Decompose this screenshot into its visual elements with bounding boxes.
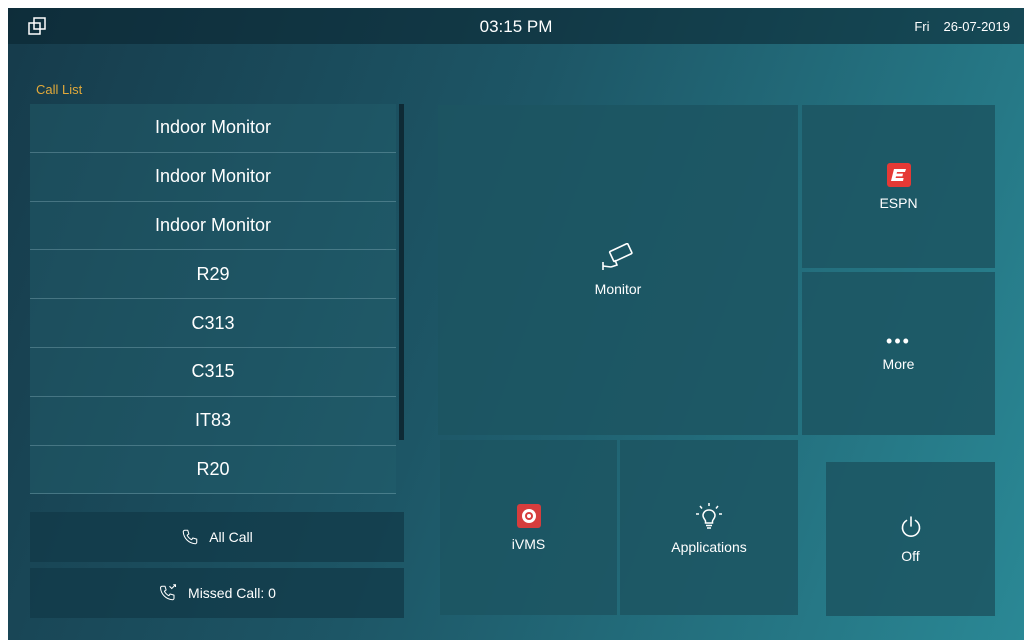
- all-call-button[interactable]: All Call: [30, 512, 404, 562]
- call-list-item[interactable]: R20: [30, 446, 396, 495]
- more-label: More: [882, 355, 915, 372]
- status-bar: 03:15 PM Fri 26-07-2019: [8, 8, 1024, 44]
- espn-label: ESPN: [879, 194, 918, 211]
- call-list-item[interactable]: C313: [30, 299, 396, 348]
- call-list-item[interactable]: IT83: [30, 397, 396, 446]
- espn-tile[interactable]: ESPN: [802, 105, 995, 268]
- monitor-label: Monitor: [594, 281, 642, 297]
- applications-label: Applications: [671, 538, 747, 555]
- call-list-title: Call List: [36, 82, 83, 97]
- call-list-scrollbar[interactable]: [399, 104, 404, 440]
- call-list-item[interactable]: Indoor Monitor: [30, 104, 396, 153]
- home-screen: 03:15 PM Fri 26-07-2019 Call List Indoor …: [8, 8, 1024, 640]
- phone-icon: [182, 529, 198, 545]
- call-list-item[interactable]: Indoor Monitor: [30, 153, 396, 202]
- date-value: 26-07-2019: [943, 19, 1011, 34]
- ivms-tile[interactable]: iVMS: [440, 440, 617, 615]
- ivms-label: iVMS: [511, 535, 546, 552]
- more-dots-icon: •••: [886, 330, 911, 351]
- applications-tile[interactable]: Applications: [620, 440, 798, 615]
- call-list-item[interactable]: C315: [30, 348, 396, 397]
- ivms-logo-icon: [516, 503, 541, 528]
- lightbulb-icon: [694, 501, 724, 531]
- weekday: Fri: [914, 19, 930, 34]
- call-list-item[interactable]: Indoor Monitor: [30, 202, 396, 251]
- more-tile[interactable]: ••• More: [802, 272, 995, 435]
- power-icon: [898, 514, 924, 540]
- espn-logo-icon: [886, 162, 911, 187]
- missed-call-button[interactable]: Missed Call: 0: [30, 568, 404, 618]
- missed-call-icon: [160, 584, 177, 601]
- call-list-item[interactable]: R29: [30, 250, 396, 300]
- monitor-tile[interactable]: Monitor: [438, 105, 798, 435]
- all-call-label: All Call: [209, 529, 253, 545]
- off-label: Off: [901, 548, 920, 564]
- clock-time: 03:15 PM: [479, 17, 553, 36]
- call-list[interactable]: Indoor Monitor Indoor Monitor Indoor Mon…: [30, 104, 396, 495]
- off-tile[interactable]: Off: [826, 462, 995, 616]
- camera-icon: [599, 243, 637, 273]
- missed-call-label: Missed Call: 0: [188, 585, 276, 601]
- date-display: Fri 26-07-2019: [900, 19, 1010, 34]
